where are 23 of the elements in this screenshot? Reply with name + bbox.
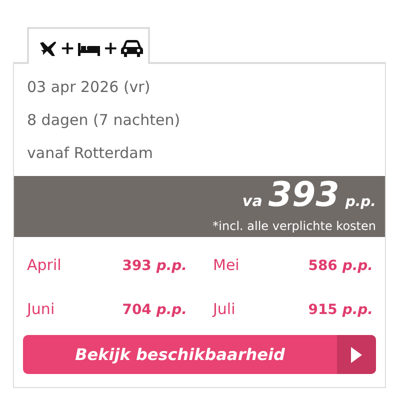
airplane-icon <box>39 40 57 56</box>
car-icon <box>121 40 144 57</box>
plus-sign: + <box>103 40 118 58</box>
month-name[interactable]: Juni <box>27 300 55 318</box>
month-price[interactable]: 586 p.p. <box>308 258 373 274</box>
price-prefix: va <box>242 191 262 212</box>
tab[interactable]: + + <box>27 27 150 64</box>
plus-sign: + <box>60 40 76 58</box>
play-icon <box>351 346 362 362</box>
month-name[interactable]: Mei <box>213 256 240 274</box>
trip-detail: vanaf Rotterdam <box>27 143 154 164</box>
availability-button[interactable]: Bekijk beschikbaarheid <box>23 335 376 374</box>
bed-icon <box>78 42 100 56</box>
month-name[interactable]: Juli <box>213 300 236 318</box>
month-price[interactable]: 915 p.p. <box>308 302 373 318</box>
month-price[interactable]: 704 p.p. <box>122 302 187 318</box>
month-price[interactable]: 393 p.p. <box>122 258 187 274</box>
price-amount: 393 <box>268 178 340 212</box>
trip-detail: 03 apr 2026 (vr) <box>27 77 152 98</box>
month-name[interactable]: April <box>27 256 62 274</box>
price-note: *incl. alle verplichte kosten <box>212 219 376 233</box>
price-unit: p.p. <box>345 193 376 212</box>
trip-detail: 8 dagen (7 nachten) <box>27 110 182 131</box>
